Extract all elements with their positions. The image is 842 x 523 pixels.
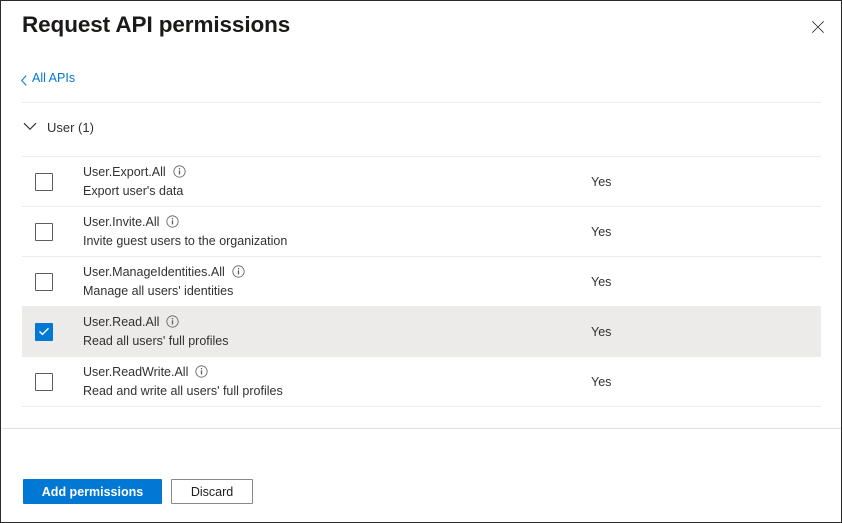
chevron-left-icon [21, 73, 28, 86]
permission-text: User.ManageIdentities.All Manage all use… [64, 265, 591, 298]
permission-description: Invite guest users to the organization [83, 234, 288, 249]
table-row[interactable]: User.Invite.All Invite guest users to th… [22, 207, 821, 257]
dialog-footer: Add permissions Discard [1, 429, 841, 522]
permission-description: Read all users' full profiles [83, 334, 229, 349]
permission-checkbox-cell[interactable] [22, 272, 64, 291]
permission-name-line: User.Read.All [83, 315, 591, 328]
permission-name: User.Read.All [83, 314, 160, 329]
permission-name: User.Export.All [83, 164, 166, 179]
permission-description: Manage all users' identities [83, 284, 234, 299]
info-icon[interactable] [166, 315, 180, 328]
permission-name-line: User.Invite.All [83, 215, 591, 228]
add-permissions-button[interactable]: Add permissions [23, 479, 162, 504]
permission-checkbox-cell[interactable] [22, 172, 64, 191]
permission-checkbox[interactable] [35, 372, 53, 391]
permission-checkbox[interactable] [35, 272, 53, 291]
admin-consent-value: Yes [591, 324, 612, 339]
dialog-header: Request API permissions [1, 1, 841, 61]
admin-consent-value: Yes [591, 174, 612, 189]
table-row[interactable]: User.Read.All Read all users' full profi… [22, 307, 821, 357]
info-icon[interactable] [173, 165, 186, 178]
permission-description: Export user's data [83, 184, 184, 199]
table-row[interactable]: User.ReadWrite.All Read and write all us… [22, 357, 821, 407]
admin-consent-cell: Yes [591, 375, 821, 389]
footer-button-group: Add permissions Discard [23, 479, 253, 504]
permission-text: User.Export.All Export user's data [64, 165, 591, 198]
permission-name: User.ReadWrite.All [83, 364, 189, 379]
permissions-list: User.Export.All Export user's data Yes U… [1, 157, 841, 407]
group-header-label: User (1) [47, 119, 94, 135]
permission-checkbox[interactable] [35, 222, 53, 241]
divider-top [22, 102, 821, 103]
table-row[interactable]: User.ManageIdentities.All Manage all use… [22, 257, 821, 307]
close-button[interactable] [804, 13, 832, 41]
table-row[interactable]: User.Export.All Export user's data Yes [22, 157, 821, 207]
group-header-user[interactable]: User (1) [22, 119, 94, 135]
close-icon [811, 20, 825, 34]
permission-text: User.Read.All Read all users' full profi… [64, 315, 591, 348]
permission-description: Read and write all users' full profiles [83, 384, 283, 399]
permission-name: User.Invite.All [83, 214, 160, 229]
permission-text: User.Invite.All Invite guest users to th… [64, 215, 591, 248]
admin-consent-value: Yes [591, 224, 612, 239]
permission-checkbox-cell[interactable] [22, 372, 64, 391]
permission-name-line: User.ManageIdentities.All [83, 265, 591, 278]
permission-name: User.ManageIdentities.All [83, 264, 225, 279]
permission-checkbox-cell[interactable] [22, 222, 64, 241]
breadcrumb-all-apis[interactable]: All APIs [21, 71, 76, 86]
permission-checkbox[interactable] [35, 322, 53, 341]
permission-checkbox-cell[interactable] [22, 322, 64, 341]
permission-text: User.ReadWrite.All Read and write all us… [64, 365, 591, 398]
info-icon[interactable] [232, 265, 245, 278]
discard-button[interactable]: Discard [171, 479, 253, 504]
permission-checkbox[interactable] [35, 172, 53, 191]
admin-consent-cell: Yes [591, 275, 821, 289]
page-title: Request API permissions [22, 12, 291, 37]
permission-name-line: User.Export.All [83, 165, 591, 178]
chevron-down-icon [22, 119, 38, 135]
admin-consent-cell: Yes [591, 325, 821, 339]
permission-name-line: User.ReadWrite.All [83, 365, 591, 378]
info-icon[interactable] [195, 365, 208, 378]
request-api-permissions-dialog: Request API permissions All APIs User (1… [0, 0, 842, 523]
info-icon[interactable] [166, 215, 180, 228]
admin-consent-cell: Yes [591, 175, 821, 189]
admin-consent-value: Yes [591, 274, 612, 289]
admin-consent-cell: Yes [591, 225, 821, 239]
breadcrumb-label: All APIs [32, 71, 76, 85]
admin-consent-value: Yes [591, 374, 612, 389]
